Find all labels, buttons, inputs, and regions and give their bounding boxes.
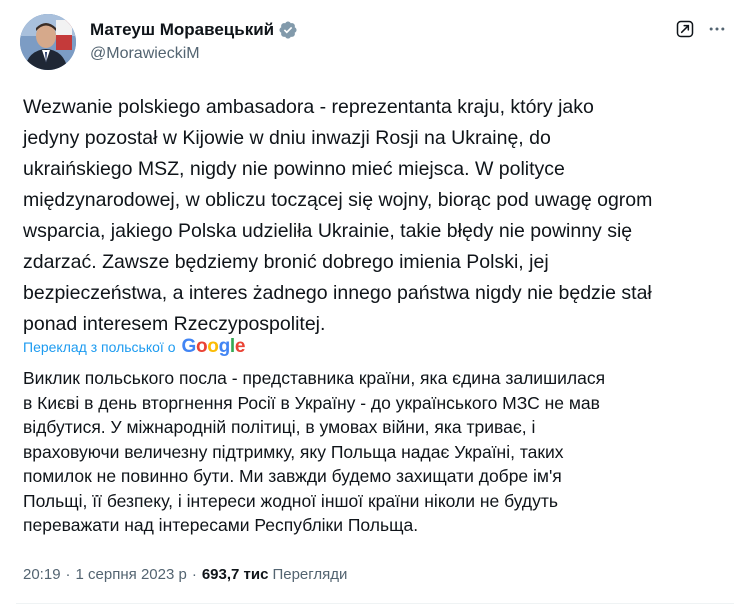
tweet-translated-text: Виклик польського посла - представника к… (23, 368, 606, 535)
tweet-metadata: 20:19 · 1 серпня 2023 р · 693,7 тис Пере… (23, 562, 347, 586)
bottom-divider (16, 603, 734, 604)
google-logo-icon: Google (181, 336, 246, 357)
tweet-time[interactable]: 20:19 (23, 566, 61, 583)
translated-from-link[interactable]: Переклад з польської о (23, 339, 175, 355)
views-label: Перегляди (272, 565, 348, 583)
more-options-icon[interactable] (702, 14, 732, 44)
avatar-portrait-icon (20, 14, 76, 70)
author-handle[interactable]: @MorawieckiM (90, 45, 200, 63)
author-name-row: Матеуш Моравецький (90, 18, 298, 42)
verified-badge-icon[interactable] (278, 20, 298, 40)
translation-attribution: Переклад з польської о Google (23, 336, 245, 358)
grok-icon[interactable] (670, 14, 700, 44)
tweet-date[interactable]: 1 серпня 2023 р (76, 566, 187, 583)
tweet-card: Матеуш Моравецький @MorawieckiM Wezwanie (0, 0, 750, 608)
header-actions (670, 14, 732, 44)
tweet-original-text: Wezwanie polskiego ambasadora - reprezen… (23, 96, 653, 335)
separator-dot: · (191, 565, 197, 583)
views-count: 693,7 тис (201, 565, 269, 583)
author-display-name[interactable]: Матеуш Моравецький (90, 20, 274, 40)
separator-dot: · (65, 565, 71, 583)
author-avatar[interactable] (20, 14, 76, 70)
